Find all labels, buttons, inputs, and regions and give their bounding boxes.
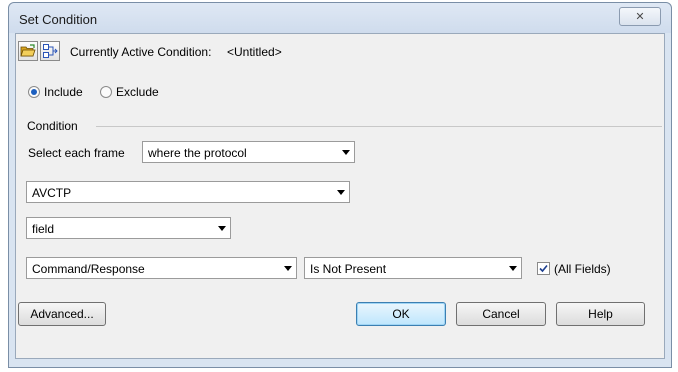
ok-button-label: OK — [392, 307, 410, 321]
protocol-dropdown[interactable]: AVCTP — [26, 181, 350, 203]
exclude-radio[interactable] — [100, 86, 112, 98]
scope-dropdown[interactable]: field — [26, 217, 231, 239]
checkmark-icon — [539, 264, 548, 273]
operator-dropdown[interactable]: Is Not Present — [304, 257, 522, 279]
cancel-button-label: Cancel — [482, 307, 520, 321]
ok-button[interactable]: OK — [356, 302, 446, 326]
include-radio[interactable] — [28, 86, 40, 98]
select-frame-label: Select each frame — [28, 146, 125, 160]
window-title: Set Condition — [19, 12, 98, 27]
dialog-body: Currently Active Condition: <Untitled> I… — [15, 33, 665, 359]
frame-selector-dropdown[interactable]: where the protocol — [142, 141, 355, 163]
help-button[interactable]: Help — [556, 302, 645, 326]
expression-icon — [43, 44, 58, 58]
cancel-button[interactable]: Cancel — [456, 302, 546, 326]
set-condition-dialog: Set Condition ✕ Currently Active Conditi… — [8, 2, 672, 368]
all-fields-checkbox[interactable] — [537, 262, 550, 275]
field-value: Command/Response — [32, 262, 145, 276]
scope-value: field — [32, 222, 55, 236]
chevron-down-icon — [284, 266, 292, 271]
chevron-down-icon — [342, 150, 350, 155]
expression-button[interactable] — [40, 41, 60, 61]
chevron-down-icon — [218, 226, 226, 231]
condition-group-label: Condition — [27, 119, 78, 133]
protocol-value: AVCTP — [32, 186, 72, 200]
all-fields-label: (All Fields) — [554, 262, 611, 276]
active-condition-label: Currently Active Condition: — [70, 45, 212, 59]
advanced-button-label: Advanced... — [30, 307, 94, 321]
group-separator — [96, 126, 662, 127]
open-folder-icon — [20, 44, 36, 57]
field-dropdown[interactable]: Command/Response — [26, 257, 297, 279]
exclude-label: Exclude — [116, 85, 159, 99]
open-condition-button[interactable] — [18, 41, 38, 61]
active-condition-value: <Untitled> — [227, 45, 282, 59]
chevron-down-icon — [337, 190, 345, 195]
frame-selector-value: where the protocol — [148, 146, 247, 160]
operator-value: Is Not Present — [310, 262, 387, 276]
chevron-down-icon — [509, 266, 517, 271]
title-bar: Set Condition ✕ — [9, 3, 671, 33]
close-button[interactable]: ✕ — [619, 7, 661, 26]
close-icon: ✕ — [635, 11, 645, 23]
include-label: Include — [44, 85, 83, 99]
advanced-button[interactable]: Advanced... — [18, 302, 106, 326]
help-button-label: Help — [588, 307, 613, 321]
